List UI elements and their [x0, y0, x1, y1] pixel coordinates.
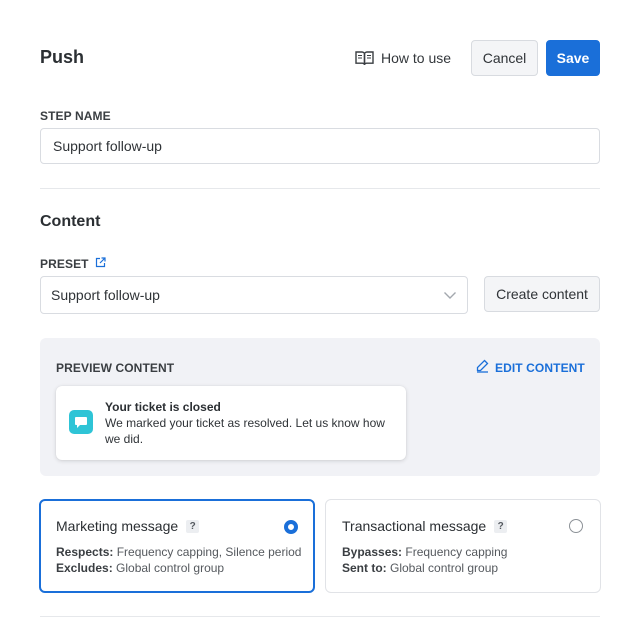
- marketing-respects-line: Respects: Frequency capping, Silence per…: [56, 545, 302, 559]
- edit-content-label: EDIT CONTENT: [495, 360, 585, 375]
- step-name-value: Support follow-up: [53, 138, 162, 154]
- notification-body: We marked your ticket as resolved. Let u…: [105, 416, 385, 446]
- step-name-label: STEP NAME: [40, 109, 111, 123]
- page-title: Push: [40, 47, 85, 67]
- create-content-button[interactable]: Create content: [484, 276, 600, 312]
- marketing-radio[interactable]: [284, 520, 298, 534]
- marketing-message-option[interactable]: Marketing message ? Respects: Frequency …: [39, 499, 315, 593]
- external-link-icon[interactable]: [95, 257, 106, 271]
- book-icon: [355, 50, 374, 66]
- help-icon[interactable]: ?: [494, 519, 508, 533]
- preset-select[interactable]: Support follow-up: [40, 276, 468, 314]
- cancel-button[interactable]: Cancel: [471, 40, 538, 76]
- divider: [40, 188, 600, 189]
- transactional-radio[interactable]: [569, 519, 583, 533]
- edit-content-button[interactable]: EDIT CONTENT: [476, 359, 585, 376]
- transactional-sent-to-line: Sent to: Global control group: [342, 561, 499, 575]
- divider: [40, 616, 600, 617]
- preset-select-value: Support follow-up: [51, 287, 160, 303]
- preset-label-text: PRESET: [40, 257, 89, 271]
- how-to-use-label: How to use: [381, 50, 452, 66]
- chevron-down-icon: [443, 287, 457, 303]
- preset-label: PRESET: [40, 257, 106, 271]
- content-section-title: Content: [40, 213, 101, 230]
- marketing-message-title: Marketing message: [56, 518, 179, 534]
- chat-bubble-icon: [69, 410, 93, 434]
- help-icon[interactable]: ?: [186, 519, 200, 533]
- transactional-bypasses-line: Bypasses: Frequency capping: [342, 545, 508, 559]
- transactional-message-title: Transactional message: [342, 518, 487, 534]
- marketing-excludes-line: Excludes: Global control group: [56, 561, 225, 575]
- marketing-message-title-row: Marketing message ?: [56, 518, 200, 534]
- how-to-use-link[interactable]: How to use: [355, 47, 451, 69]
- edit-pencil-icon: [476, 359, 489, 376]
- save-button[interactable]: Save: [546, 40, 600, 76]
- transactional-message-title-row: Transactional message ?: [342, 518, 508, 534]
- preview-content-label: PREVIEW CONTENT: [56, 361, 175, 375]
- transactional-message-option[interactable]: Transactional message ? Bypasses: Freque…: [325, 499, 601, 593]
- notification-title: Your ticket is closed: [105, 400, 221, 414]
- step-name-input[interactable]: Support follow-up: [40, 128, 600, 164]
